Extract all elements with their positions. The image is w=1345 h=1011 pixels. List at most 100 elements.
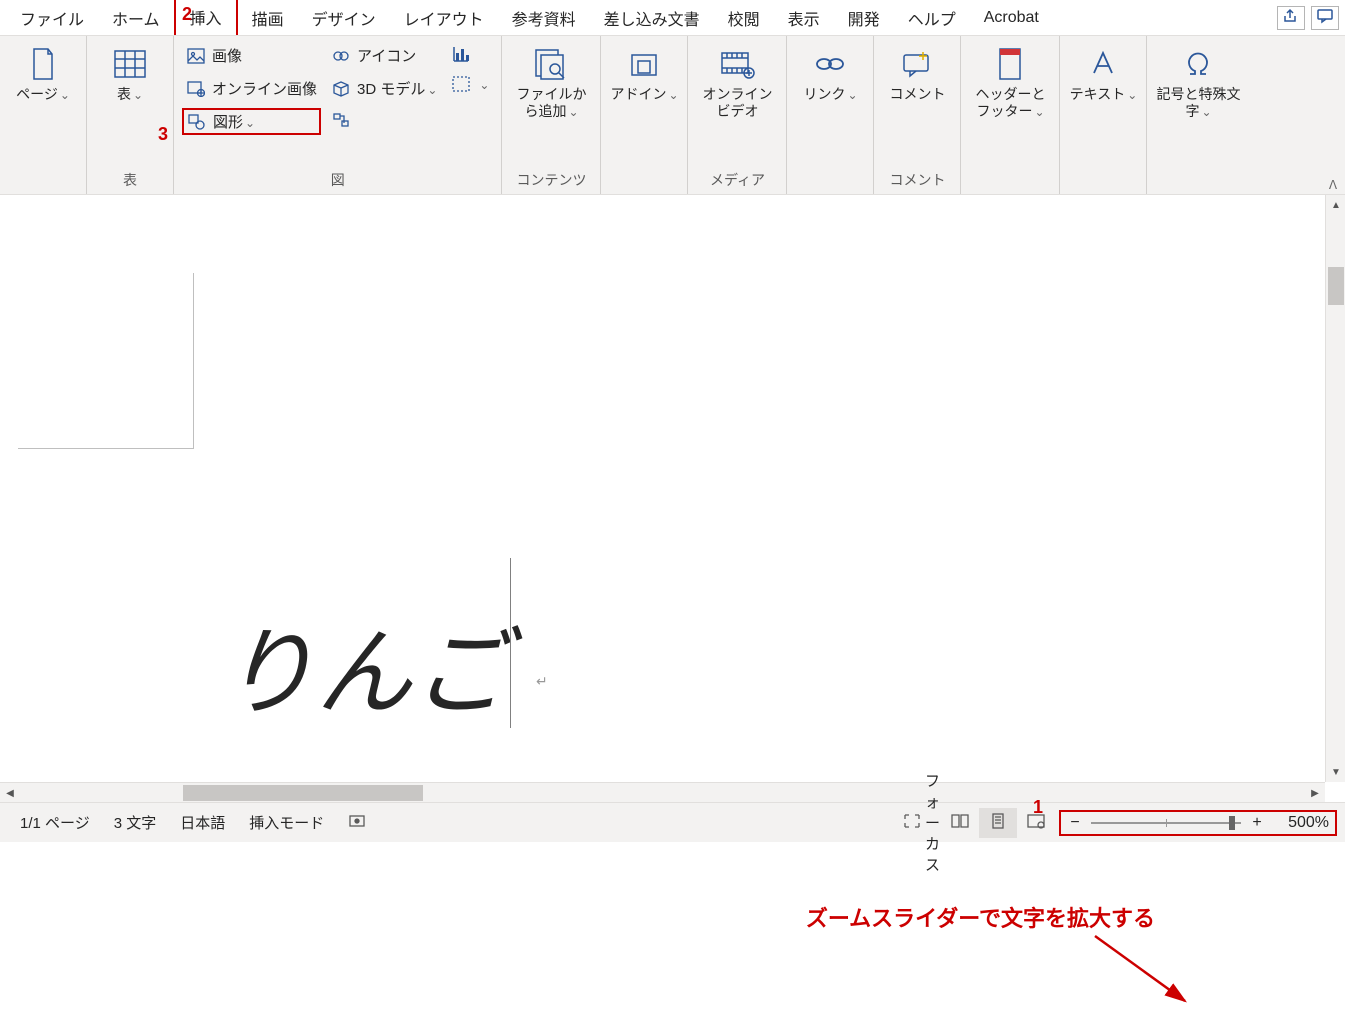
reuse-files-label: ファイルから追加 <box>510 86 592 120</box>
chart-button[interactable] <box>447 42 493 66</box>
tab-help[interactable]: ヘルプ <box>894 0 970 36</box>
new-comment-icon <box>897 46 937 82</box>
tab-view[interactable]: 表示 <box>774 0 834 36</box>
table-icon <box>110 46 150 82</box>
scroll-right-button[interactable]: ▶ <box>1305 783 1325 803</box>
text-label: テキスト <box>1070 86 1138 103</box>
link-icon <box>810 46 850 82</box>
screenshot-icon <box>451 75 471 93</box>
status-mode[interactable]: 挿入モード <box>237 812 336 833</box>
chart-icon <box>451 45 471 63</box>
vscroll-thumb[interactable] <box>1328 267 1344 305</box>
screenshot-button[interactable] <box>447 72 493 96</box>
read-mode-button[interactable] <box>941 808 979 838</box>
tab-home[interactable]: ホーム <box>98 0 174 36</box>
status-macro[interactable] <box>336 813 378 833</box>
online-pictures-button[interactable]: オンライン画像 <box>182 75 321 102</box>
focus-label: フォーカス <box>925 770 941 875</box>
zoom-track[interactable] <box>1091 822 1241 824</box>
paragraph-mark-icon: ↵ <box>536 673 548 690</box>
group-addins: アドイン <box>601 36 688 194</box>
tab-draw[interactable]: 描画 <box>238 0 298 36</box>
tab-review[interactable]: 校閲 <box>714 0 774 36</box>
page-icon <box>23 46 63 82</box>
addins-button[interactable]: アドイン <box>609 42 679 103</box>
zoom-percent[interactable]: 500% <box>1273 814 1329 832</box>
pictures-button[interactable]: 画像 <box>182 42 321 69</box>
online-picture-icon <box>186 80 206 98</box>
share-button[interactable] <box>1277 6 1305 30</box>
tab-mailings[interactable]: 差し込み文書 <box>590 0 714 36</box>
group-links: リンク <box>787 36 874 194</box>
symbols-label: 記号と特殊文字 <box>1155 86 1241 120</box>
page-icon <box>989 813 1007 833</box>
document-canvas[interactable]: りんご ↵ <box>0 195 1325 782</box>
shapes-label: 図形 <box>213 111 255 132</box>
3dmodels-label: 3D モデル <box>357 78 437 99</box>
smartart-button[interactable] <box>327 108 441 132</box>
symbols-button[interactable]: 記号と特殊文字 <box>1155 42 1241 120</box>
ribbon: ページ 表 表 画像 オンライン画像 <box>0 35 1345 195</box>
shapes-icon <box>187 113 207 131</box>
zoom-out-button[interactable]: − <box>1067 814 1083 832</box>
group-media-label: メディア <box>696 168 778 194</box>
status-lang[interactable]: 日本語 <box>168 812 237 833</box>
online-video-label: オンラインビデオ <box>696 86 778 120</box>
page-margin-corner <box>18 273 194 449</box>
zoom-slider: − + 500% <box>1059 810 1337 836</box>
document-body-text[interactable]: りんご <box>220 595 508 734</box>
3dmodels-button[interactable]: 3D モデル <box>327 75 441 102</box>
scroll-up-button[interactable]: ▲ <box>1326 195 1345 215</box>
status-bar: 1/1 ページ 3 文字 日本語 挿入モード フォーカス − + 500% <box>0 802 1345 842</box>
addins-label: アドイン <box>610 86 678 103</box>
horizontal-scrollbar[interactable]: ◀ ▶ <box>0 782 1325 802</box>
comment-label: コメント <box>889 86 945 103</box>
vertical-scrollbar[interactable]: ▲ ▼ <box>1325 195 1345 782</box>
text-cursor <box>510 558 511 728</box>
screenshot-chevron <box>477 76 489 93</box>
shapes-button[interactable]: 図形 <box>182 108 321 135</box>
smartart-icon <box>331 111 351 129</box>
group-symbols: 記号と特殊文字 <box>1147 36 1249 194</box>
group-illustrations-label: 図 <box>182 168 493 194</box>
ribbon-collapse-button[interactable]: ᐱ <box>1325 178 1341 192</box>
group-tables-label: 表 <box>95 168 165 194</box>
tab-acrobat[interactable]: Acrobat <box>970 3 1053 33</box>
tab-design[interactable]: デザイン <box>298 0 390 36</box>
headerfooter-button[interactable]: ヘッダーとフッター <box>969 42 1051 120</box>
omega-icon <box>1178 46 1218 82</box>
pages-button[interactable]: ページ <box>8 42 78 103</box>
table-button[interactable]: 表 <box>95 42 165 103</box>
icons-button[interactable]: アイコン <box>327 42 441 69</box>
tab-strip: ファイル ホーム 挿入 描画 デザイン レイアウト 参考資料 差し込み文書 校閲… <box>0 0 1345 35</box>
status-words[interactable]: 3 文字 <box>102 812 169 833</box>
tab-references[interactable]: 参考資料 <box>498 0 590 36</box>
group-comments: コメント コメント <box>874 36 961 194</box>
status-page[interactable]: 1/1 ページ <box>8 812 102 833</box>
video-icon <box>717 46 757 82</box>
annotation-arrow-icon <box>1085 931 1205 1011</box>
zoom-thumb[interactable] <box>1229 816 1235 830</box>
annotation-mark-2: 2 <box>182 4 192 25</box>
comment-button[interactable]: コメント <box>882 42 952 103</box>
scroll-down-button[interactable]: ▼ <box>1326 762 1345 782</box>
table-label: 表 <box>117 86 143 103</box>
hscroll-thumb[interactable] <box>183 785 423 801</box>
tab-developer[interactable]: 開発 <box>834 0 894 36</box>
focus-icon <box>903 813 921 833</box>
group-contents: ファイルから追加 コンテンツ <box>502 36 601 194</box>
online-video-button[interactable]: オンラインビデオ <box>696 42 778 120</box>
tab-layout[interactable]: レイアウト <box>390 0 498 36</box>
text-button[interactable]: テキスト <box>1068 42 1138 103</box>
link-button[interactable]: リンク <box>795 42 865 103</box>
reuse-files-button[interactable]: ファイルから追加 <box>510 42 592 120</box>
comments-top-button[interactable] <box>1311 6 1339 30</box>
scroll-left-button[interactable]: ◀ <box>0 783 20 803</box>
tab-file[interactable]: ファイル <box>6 0 98 36</box>
addin-icon <box>624 46 664 82</box>
book-icon <box>950 813 970 833</box>
comment-icon <box>1316 8 1334 27</box>
zoom-in-button[interactable]: + <box>1249 814 1265 832</box>
print-layout-button[interactable] <box>979 808 1017 838</box>
focus-mode-button[interactable]: フォーカス <box>903 808 941 838</box>
